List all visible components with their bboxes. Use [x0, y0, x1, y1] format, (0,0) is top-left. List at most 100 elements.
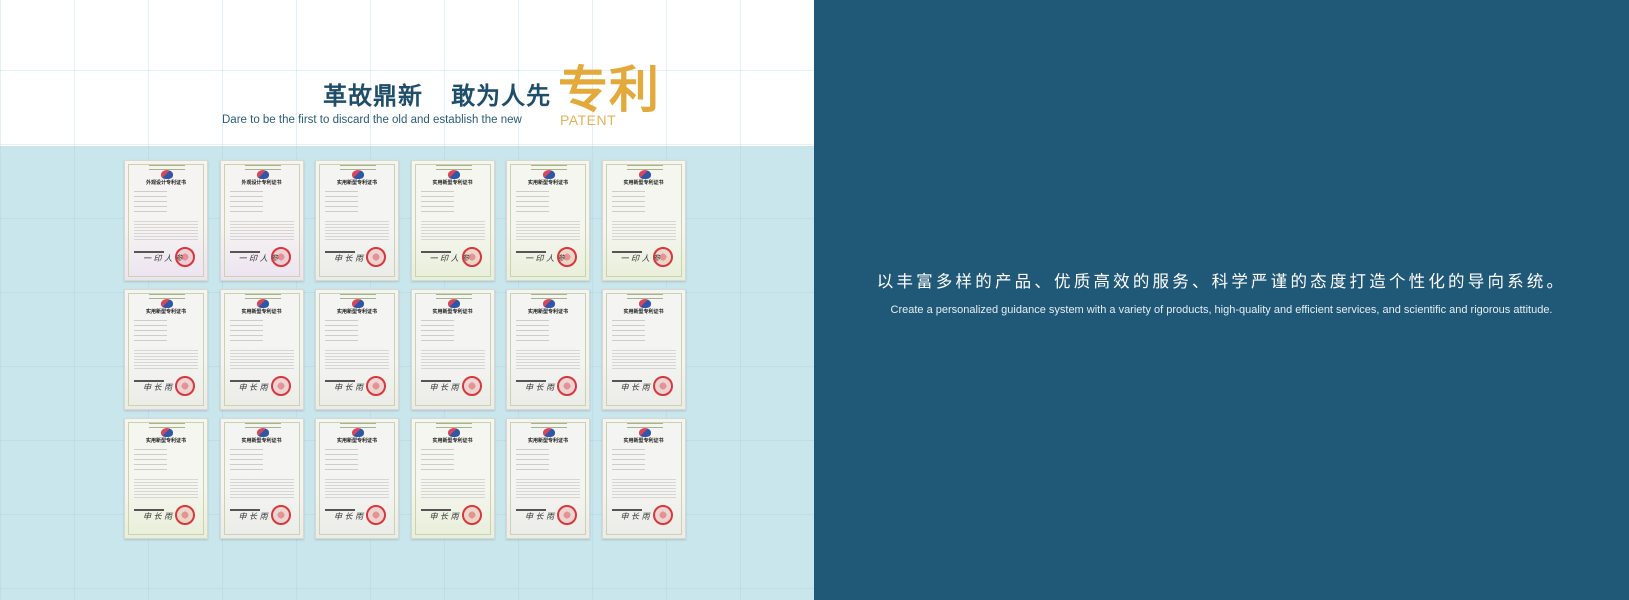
- patent-certificate[interactable]: 实用新型专利证书一 印 人 参: [506, 160, 590, 281]
- page-title-en: Dare to be the first to discard the old …: [222, 114, 522, 126]
- patent-office-emblem-icon: [161, 299, 173, 308]
- certificate-grid: 外观设计专利证书一 印 人 参外观设计专利证书一 印 人 参实用新型专利证书申 …: [124, 160, 690, 539]
- certificate-title: 实用新型专利证书: [336, 438, 377, 444]
- certificate-signature: 申 长 雨: [334, 383, 364, 392]
- patent-certificate[interactable]: 外观设计专利证书一 印 人 参: [124, 160, 208, 281]
- certificate-title: 实用新型专利证书: [241, 309, 282, 315]
- patent-certificate[interactable]: 实用新型专利证书申 长 雨: [601, 289, 686, 410]
- patent-certificate[interactable]: 实用新型专利证书一 印 人 参: [410, 160, 495, 281]
- certificate-body-lines: [420, 221, 485, 241]
- certificate-text-lines: [516, 449, 549, 471]
- slogan-cn: 以丰富多样的产品、优质高效的服务、科学严谨的态度打造个性化的导向系统。: [876, 272, 1567, 291]
- patent-certificate[interactable]: 实用新型专利证书申 长 雨: [124, 418, 208, 539]
- certificate-body-lines: [229, 350, 294, 370]
- official-seal-icon: [366, 376, 386, 396]
- certificate-body-lines: [325, 221, 389, 241]
- patent-office-emblem-icon: [543, 299, 555, 308]
- certificate-title: 实用新型专利证书: [623, 309, 664, 315]
- patent-heading-en: PATENT: [560, 112, 617, 128]
- certificate-body-lines: [611, 479, 676, 499]
- certificate-title: 外观设计专利证书: [145, 180, 186, 186]
- certificate-title: 实用新型专利证书: [623, 180, 664, 186]
- certificate-body-lines: [134, 221, 198, 241]
- certificate-body-lines: [611, 350, 676, 370]
- patent-office-emblem-icon: [352, 170, 364, 179]
- certificate-body-lines: [611, 221, 676, 241]
- patent-certificate[interactable]: 实用新型专利证书申 长 雨: [506, 418, 590, 539]
- slogan-en: Create a personalized guidance system wi…: [890, 304, 1553, 316]
- official-seal-icon: [461, 376, 482, 396]
- official-seal-icon: [175, 505, 195, 525]
- certificate-title: 实用新型专利证书: [336, 180, 377, 186]
- certificate-text-lines: [516, 320, 549, 342]
- certificate-text-lines: [134, 449, 167, 471]
- certificate-text-lines: [325, 449, 358, 471]
- certificate-signature: 申 长 雨: [620, 512, 650, 521]
- certificate-text-lines: [516, 191, 549, 213]
- official-seal-icon: [175, 247, 195, 267]
- certificate-body-lines: [134, 479, 198, 499]
- certificate-body-lines: [229, 479, 294, 499]
- certificate-body-lines: [325, 479, 389, 499]
- certificate-signature: 申 长 雨: [238, 512, 268, 521]
- patent-certificate[interactable]: 实用新型专利证书一 印 人 参: [601, 160, 686, 281]
- certificate-signature: 申 长 雨: [429, 383, 459, 392]
- patent-certificate[interactable]: 外观设计专利证书一 印 人 参: [219, 160, 304, 281]
- certificate-title: 实用新型专利证书: [145, 309, 186, 315]
- certificate-text-lines: [611, 449, 645, 471]
- patent-office-emblem-icon: [543, 428, 555, 437]
- patent-certificate[interactable]: 实用新型专利证书申 长 雨: [315, 289, 399, 410]
- patent-certificate[interactable]: 实用新型专利证书申 长 雨: [219, 418, 304, 539]
- certificate-body-lines: [516, 350, 580, 370]
- official-seal-icon: [652, 247, 673, 267]
- certificate-text-lines: [134, 191, 167, 213]
- patent-office-emblem-icon: [447, 299, 460, 308]
- patent-certificate[interactable]: 实用新型专利证书申 长 雨: [506, 289, 590, 410]
- official-seal-icon: [557, 505, 577, 525]
- certificate-text-lines: [325, 320, 358, 342]
- patent-office-emblem-icon: [543, 170, 555, 179]
- official-seal-icon: [557, 247, 577, 267]
- official-seal-icon: [270, 376, 291, 396]
- certificate-signature: 申 长 雨: [525, 512, 555, 521]
- official-seal-icon: [366, 247, 386, 267]
- certificate-title: 实用新型专利证书: [432, 309, 473, 315]
- certificate-text-lines: [420, 191, 454, 213]
- certificate-text-lines: [134, 320, 167, 342]
- certificate-signature: 申 长 雨: [620, 383, 650, 392]
- certificate-signature: 申 长 雨: [334, 254, 364, 263]
- certificate-text-lines: [611, 320, 645, 342]
- page-title-cn: 革故鼎新 敢为人先: [323, 82, 552, 110]
- right-panel: 以丰富多样的产品、优质高效的服务、科学严谨的态度打造个性化的导向系统。 Crea…: [814, 0, 1629, 600]
- patent-certificate[interactable]: 实用新型专利证书申 长 雨: [410, 418, 495, 539]
- patent-office-emblem-icon: [256, 428, 269, 437]
- official-seal-icon: [461, 505, 482, 525]
- patent-office-emblem-icon: [352, 428, 364, 437]
- patent-page: 革故鼎新 敢为人先 Dare to be the first to discar…: [0, 0, 1629, 600]
- certificate-title: 实用新型专利证书: [432, 180, 473, 186]
- official-seal-icon: [557, 376, 577, 396]
- certificate-body-lines: [420, 350, 485, 370]
- patent-certificate[interactable]: 实用新型专利证书申 长 雨: [315, 418, 399, 539]
- certificate-title: 实用新型专利证书: [527, 309, 568, 315]
- certificate-text-lines: [229, 320, 263, 342]
- certificate-body-lines: [516, 221, 580, 241]
- patent-certificate[interactable]: 实用新型专利证书申 长 雨: [315, 160, 399, 281]
- patent-certificate[interactable]: 实用新型专利证书申 长 雨: [410, 289, 495, 410]
- certificate-text-lines: [325, 191, 358, 213]
- patent-certificate[interactable]: 实用新型专利证书申 长 雨: [124, 289, 208, 410]
- patent-office-emblem-icon: [256, 170, 269, 179]
- patent-office-emblem-icon: [161, 428, 173, 437]
- patent-certificate[interactable]: 实用新型专利证书申 长 雨: [219, 289, 304, 410]
- official-seal-icon: [366, 505, 386, 525]
- certificate-body-lines: [134, 350, 198, 370]
- certificate-title: 实用新型专利证书: [623, 438, 664, 444]
- certificate-signature: 申 长 雨: [334, 512, 364, 521]
- certificate-title: 实用新型专利证书: [432, 438, 473, 444]
- certificate-title: 实用新型专利证书: [145, 438, 186, 444]
- certificate-signature: 申 长 雨: [143, 383, 173, 392]
- certificate-body-lines: [516, 479, 580, 499]
- patent-office-emblem-icon: [256, 299, 269, 308]
- patent-certificate[interactable]: 实用新型专利证书申 长 雨: [601, 418, 686, 539]
- certificate-signature: 申 长 雨: [429, 512, 459, 521]
